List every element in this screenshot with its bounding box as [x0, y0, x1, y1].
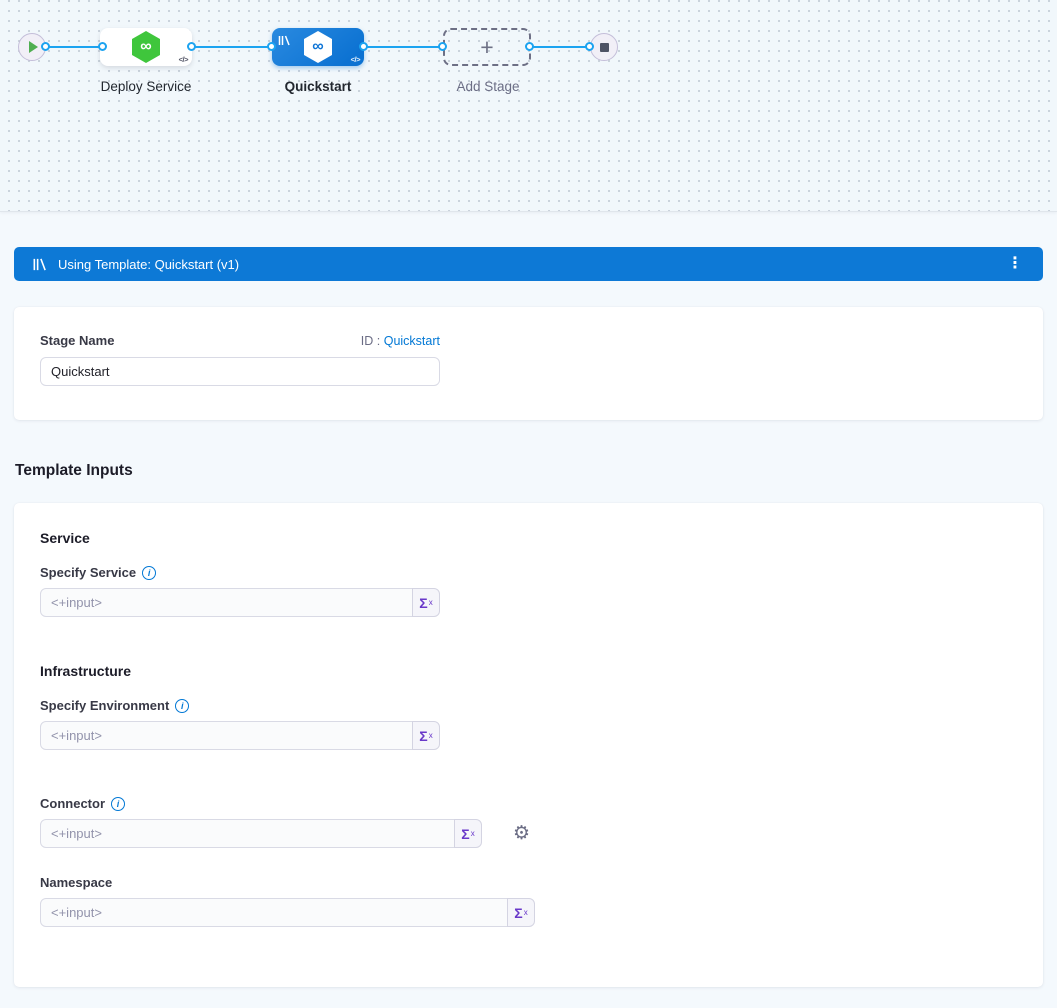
stage-name-label: Stage Name — [40, 333, 114, 348]
stage-overview-card: Stage Name ID : Quickstart — [14, 307, 1043, 420]
using-template-banner[interactable]: Using Template: Quickstart (v1) ⋮ — [14, 247, 1043, 281]
stage-id-prefix: ID : — [361, 334, 380, 348]
sigma-glyph: Σ — [419, 595, 427, 611]
template-library-icon — [32, 257, 47, 272]
stage-node-deploy-service[interactable]: ∞ </> — [100, 28, 192, 66]
stage-id: ID : Quickstart — [361, 334, 440, 348]
stage-label-deploy-service: Deploy Service — [70, 79, 222, 94]
add-stage-label: Add Stage — [413, 79, 563, 94]
connector-dot — [267, 42, 276, 51]
namespace-label: Namespace — [40, 875, 112, 890]
sigma-sup: x — [429, 731, 433, 740]
connector-dot — [187, 42, 196, 51]
namespace-input[interactable] — [40, 898, 508, 927]
info-icon[interactable]: i — [142, 566, 156, 580]
infinity-glyph: ∞ — [312, 39, 323, 55]
stage-config-panel: Using Template: Quickstart (v1) ⋮ Stage … — [0, 212, 1057, 987]
runtime-expression-button[interactable]: Σx — [412, 721, 440, 750]
sigma-glyph: Σ — [419, 728, 427, 744]
stage-name-input[interactable] — [40, 357, 440, 386]
cd-stage-icon: ∞ — [304, 31, 332, 63]
template-options-kebab-icon[interactable]: ⋮ — [1001, 252, 1029, 276]
add-stage-button[interactable]: + — [443, 28, 531, 66]
stop-icon — [600, 43, 609, 52]
code-icon: </> — [179, 55, 188, 64]
template-inputs-card: Service Specify Service i Σx Infrastruct… — [14, 503, 1043, 987]
pipeline-edge — [192, 46, 272, 48]
specify-environment-input[interactable] — [40, 721, 413, 750]
connector-dot — [359, 42, 368, 51]
infrastructure-section-title: Infrastructure — [40, 663, 1017, 679]
pipeline-edge — [46, 46, 103, 48]
plus-icon: + — [480, 36, 493, 59]
connector-dot — [98, 42, 107, 51]
specify-service-label: Specify Service — [40, 565, 136, 580]
stage-id-link[interactable]: Quickstart — [384, 334, 440, 348]
sigma-sup: x — [471, 829, 475, 838]
runtime-expression-button[interactable]: Σx — [412, 588, 440, 617]
code-icon: </> — [351, 55, 360, 64]
pipeline-end-node[interactable] — [590, 33, 618, 61]
pipeline-canvas[interactable]: ∞ </> Deploy Service ∞ </> Quickstart + … — [0, 0, 1057, 212]
sigma-glyph: Σ — [514, 905, 522, 921]
runtime-expression-button[interactable]: Σx — [507, 898, 535, 927]
sigma-sup: x — [429, 598, 433, 607]
specify-service-input[interactable] — [40, 588, 413, 617]
connector-dot — [525, 42, 534, 51]
infinity-glyph: ∞ — [140, 39, 151, 55]
pipeline-edge — [530, 46, 590, 48]
connector-dot — [438, 42, 447, 51]
service-section-title: Service — [40, 530, 1017, 546]
connector-settings-gear-icon[interactable]: ⚙ — [513, 824, 530, 843]
specify-environment-label: Specify Environment — [40, 698, 169, 713]
sigma-glyph: Σ — [461, 826, 469, 842]
connector-dot — [41, 42, 50, 51]
connector-label: Connector — [40, 796, 105, 811]
stage-node-quickstart[interactable]: ∞ </> — [272, 28, 364, 66]
sigma-sup: x — [524, 908, 528, 917]
info-icon[interactable]: i — [175, 699, 189, 713]
pipeline-edge — [364, 46, 443, 48]
template-inputs-heading: Template Inputs — [15, 462, 1043, 480]
cd-stage-icon: ∞ — [132, 31, 160, 63]
connector-input[interactable] — [40, 819, 455, 848]
stage-label-quickstart: Quickstart — [242, 79, 394, 94]
info-icon[interactable]: i — [111, 797, 125, 811]
runtime-expression-button[interactable]: Σx — [454, 819, 482, 848]
connector-dot — [585, 42, 594, 51]
template-badge-icon — [278, 33, 290, 51]
using-template-text: Using Template: Quickstart (v1) — [58, 257, 239, 272]
play-icon — [29, 41, 38, 53]
